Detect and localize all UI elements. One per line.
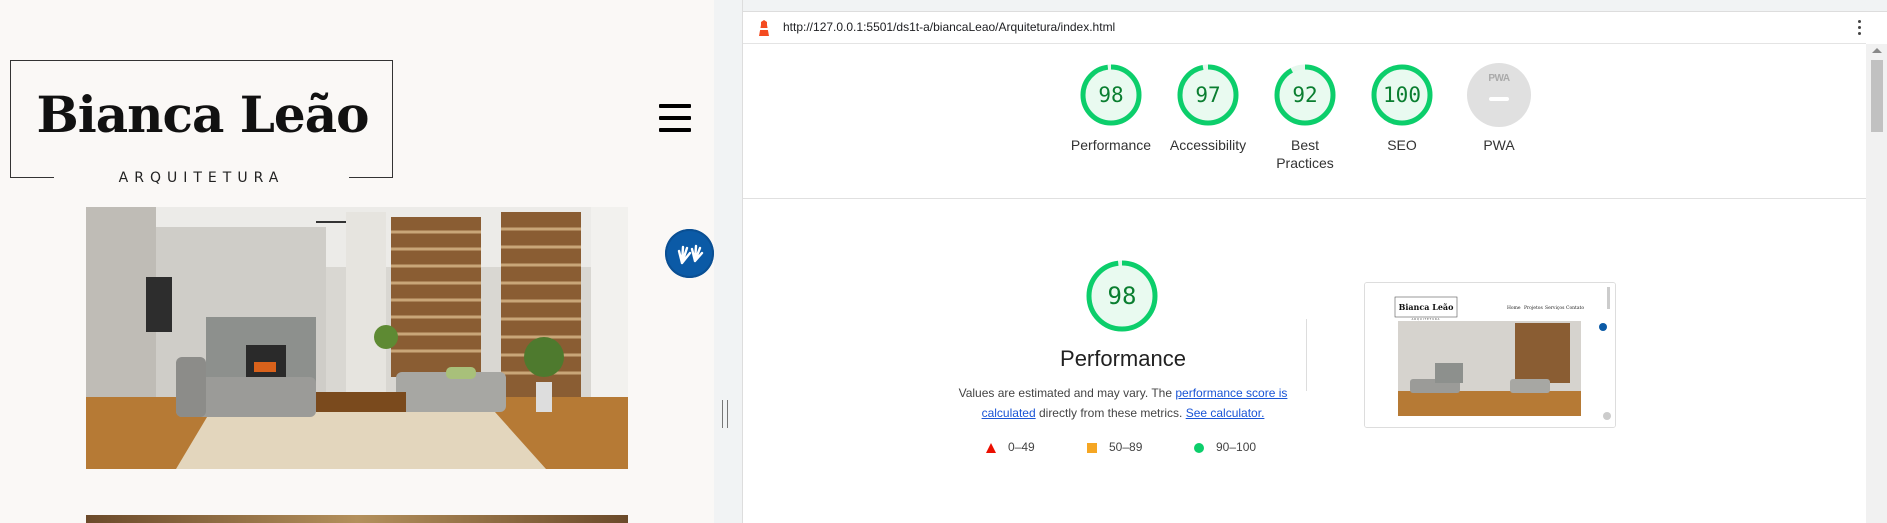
report-url-bar: http://127.0.0.1:5501/ds1t-a/biancaLeao/… [743,12,1866,44]
vertical-separator [1306,319,1307,391]
thumb-nav-item: Projetos [1524,305,1543,311]
more-options-icon[interactable] [1857,20,1863,38]
see-calculator-link[interactable]: See calculator. [1186,406,1265,420]
final-screenshot-thumbnail[interactable]: Bianca Leão ARQUITETURA Home Projetos Se… [1364,282,1616,428]
gauge-performance[interactable]: 98 Performance [1061,63,1161,154]
performance-description: Values are estimated and may vary. The p… [958,383,1288,423]
performance-title: Performance [1060,346,1186,371]
lighthouse-panel: http://127.0.0.1:5501/ds1t-a/biancaLeao/… [742,0,1887,523]
scrollbar-thumb[interactable] [1871,60,1883,132]
second-photo-edge [86,515,628,523]
sign-language-widget-button[interactable] [665,229,714,278]
legend-range: 0–49 [1008,440,1035,454]
thumb-nav-item: Contato [1566,305,1584,311]
section-divider [743,198,1866,199]
square-icon [1087,443,1097,453]
score-label: Accessibility [1169,137,1247,153]
thumb-brand: Bianca Leão [1399,302,1455,312]
panel-splitter[interactable] [714,0,742,523]
splitter-handle[interactable] [722,400,728,428]
score-label: Performance [1070,137,1152,153]
score-value: 92 [1292,83,1318,107]
score-label: PWA [1483,137,1515,153]
scroll-up-arrow-icon[interactable] [1872,48,1882,53]
circle-icon [1194,443,1204,453]
hamburger-icon[interactable] [659,104,691,132]
thumb-nav-item: Home [1507,305,1521,311]
devtools-top-strip [743,0,1887,12]
thumb-tagline: ARQUITETURA [1412,317,1441,321]
score-label: Best Practices [1276,137,1334,171]
brand-name: Bianca Leão [36,85,370,144]
hand-sign-language-icon [677,244,704,265]
legend-range: 90–100 [1216,440,1257,454]
performance-score: 98 [1107,282,1137,310]
gauge-seo[interactable]: 100 SEO [1352,63,1452,154]
desc-text: Values are estimated and may vary. The [958,386,1176,400]
website-preview: Bianca Leão ARQUITETURA [0,0,714,523]
report-scrollbar[interactable] [1866,44,1887,523]
lighthouse-icon [759,20,769,36]
performance-big-gauge: 98 [1085,259,1159,333]
triangle-icon [986,443,996,453]
living-room-photo [86,207,628,469]
score-label: SEO [1387,137,1417,153]
score-value: 97 [1195,83,1221,107]
legend-range: 50–89 [1109,440,1143,454]
gauge-pwa[interactable]: PWA PWA [1449,63,1549,154]
score-value: 100 [1383,83,1421,107]
gauge-best-practices[interactable]: 92 Best Practices [1255,63,1355,172]
gauge-accessibility[interactable]: 97 Accessibility [1158,63,1258,154]
pwa-badge-text: PWA [1488,73,1510,84]
report-url[interactable]: http://127.0.0.1:5501/ds1t-a/biancaLeao/… [783,20,1115,34]
pwa-badge-icon: PWA [1467,63,1531,127]
brand-tagline-wrap: ARQUITETURA [54,168,349,188]
logo-frame: Bianca Leão [10,60,393,178]
score-value: 98 [1098,83,1124,107]
brand-tagline: ARQUITETURA [118,170,285,186]
thumb-nav-item: Serviços [1545,305,1565,311]
desc-text: directly from these metrics. [1035,406,1186,420]
